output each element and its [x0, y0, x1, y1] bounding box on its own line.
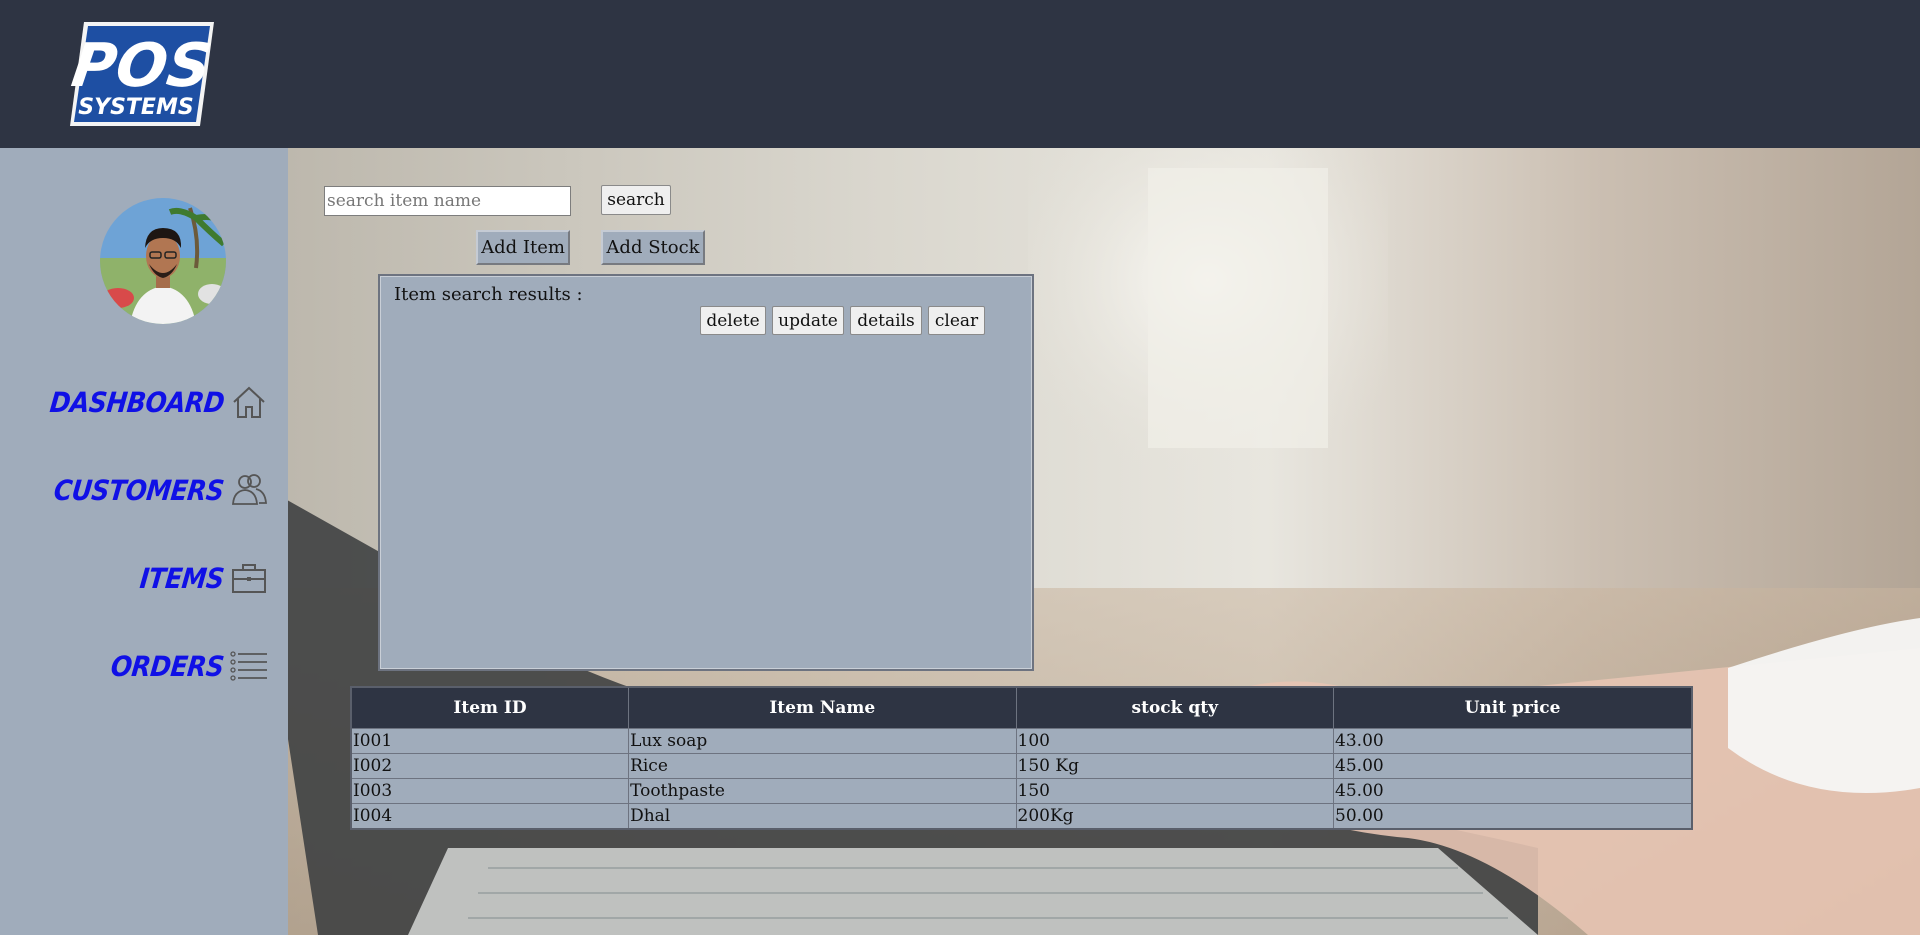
results-title: Item search results : [394, 284, 583, 305]
update-button[interactable]: update [772, 306, 844, 335]
cell-unit-price: 43.00 [1333, 728, 1693, 754]
search-button[interactable]: search [601, 185, 671, 215]
add-stock-button[interactable]: Add Stock [601, 230, 705, 265]
cell-unit-price: 45.00 [1333, 778, 1693, 804]
briefcase-icon [232, 564, 266, 593]
cell-stock-qty: 100 [1015, 728, 1335, 754]
table-header-row: Item ID Item Name stock qty Unit price [350, 686, 1693, 729]
clear-button[interactable]: clear [928, 306, 985, 335]
sidebar-item-label: DASHBOARD [48, 385, 226, 419]
item-search-results-panel: Item search results : delete update deta… [378, 274, 1034, 671]
cell-stock-qty: 200Kg [1015, 803, 1335, 830]
cell-item-id: I002 [350, 753, 630, 779]
table-row[interactable]: I002 Rice 150 Kg 45.00 [350, 753, 1693, 779]
cell-item-id: I004 [350, 803, 630, 830]
top-bar: POS SYSTEMS [0, 0, 1920, 148]
sidebar-item-label: ITEMS [138, 561, 226, 595]
cell-item-name: Toothpaste [628, 778, 1017, 804]
cell-item-id: I001 [350, 728, 630, 754]
add-item-button[interactable]: Add Item [476, 230, 570, 265]
sidebar-item-label: CUSTOMERS [52, 473, 226, 507]
cell-item-name: Rice [628, 753, 1017, 779]
cell-item-name: Lux soap [628, 728, 1017, 754]
svg-text:POS: POS [68, 31, 216, 101]
table-row[interactable]: I001 Lux soap 100 43.00 [350, 728, 1693, 754]
items-table: Item ID Item Name stock qty Unit price I… [350, 686, 1693, 830]
cell-stock-qty: 150 Kg [1015, 753, 1335, 779]
sidebar-item-items[interactable]: ITEMS [138, 560, 268, 596]
details-button[interactable]: details [850, 306, 922, 335]
list-icon [230, 651, 267, 681]
delete-button[interactable]: delete [700, 306, 766, 335]
column-header-unit-price[interactable]: Unit price [1333, 686, 1693, 729]
table-row[interactable]: I004 Dhal 200Kg 50.00 [350, 803, 1693, 830]
main-content: search Add Item Add Stock Item search re… [288, 148, 1920, 935]
sidebar: DASHBOARD CUSTOMERS ITEMS ORDERS [0, 148, 288, 935]
search-input[interactable] [324, 186, 571, 216]
cell-item-name: Dhal [628, 803, 1017, 830]
avatar[interactable] [100, 198, 226, 324]
sidebar-item-customers[interactable]: CUSTOMERS [52, 472, 268, 508]
sidebar-item-dashboard[interactable]: DASHBOARD [48, 384, 268, 420]
pos-systems-logo: POS SYSTEMS [68, 22, 216, 126]
users-icon [232, 474, 267, 505]
cell-item-id: I003 [350, 778, 630, 804]
home-icon [233, 386, 265, 418]
column-header-item-name[interactable]: Item Name [628, 686, 1017, 729]
cell-unit-price: 45.00 [1333, 753, 1693, 779]
sidebar-item-orders[interactable]: ORDERS [109, 648, 268, 684]
sidebar-item-label: ORDERS [109, 649, 226, 683]
table-row[interactable]: I003 Toothpaste 150 45.00 [350, 778, 1693, 804]
cell-stock-qty: 150 [1015, 778, 1335, 804]
column-header-item-id[interactable]: Item ID [350, 686, 630, 729]
column-header-stock-qty[interactable]: stock qty [1015, 686, 1335, 729]
svg-text:SYSTEMS: SYSTEMS [78, 95, 193, 120]
cell-unit-price: 50.00 [1333, 803, 1693, 830]
